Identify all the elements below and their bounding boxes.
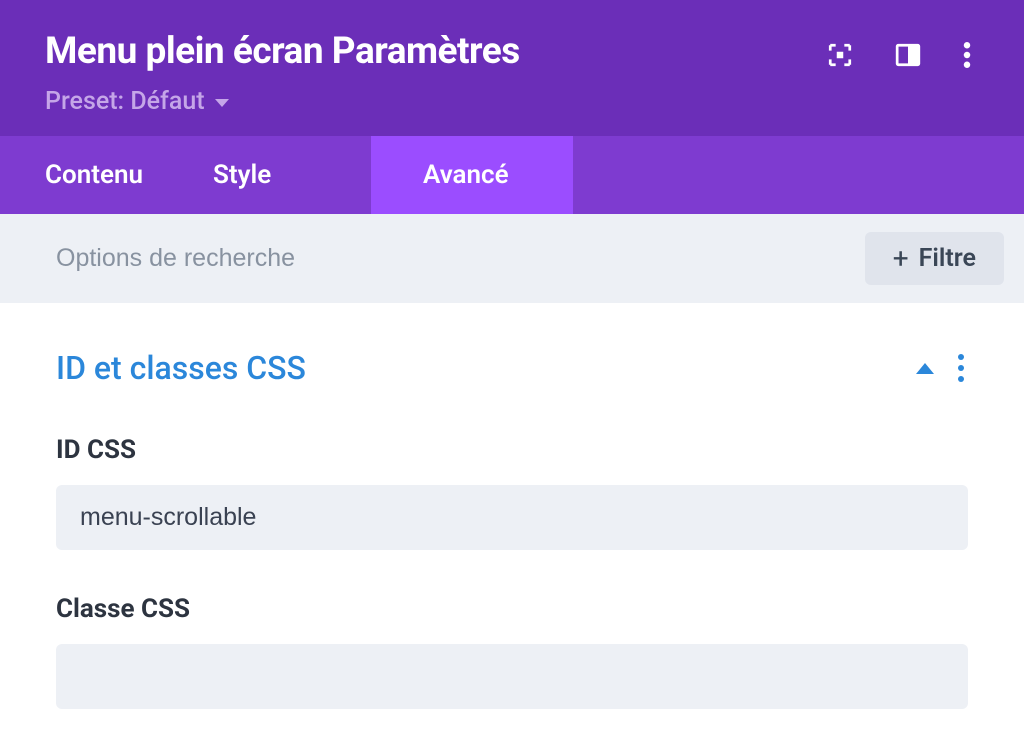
css-class-label: Classe CSS — [56, 594, 968, 624]
search-input[interactable] — [56, 244, 865, 273]
plus-icon: + — [893, 245, 909, 273]
tab-content[interactable]: Contenu — [45, 136, 175, 214]
section-actions — [916, 354, 968, 382]
section-more-icon[interactable] — [958, 354, 964, 382]
chevron-up-icon[interactable] — [916, 363, 934, 374]
fullscreen-icon[interactable] — [827, 42, 853, 68]
panel-layout-icon[interactable] — [895, 42, 921, 68]
tab-advanced[interactable]: Avancé — [371, 136, 573, 214]
field-css-id: ID CSS — [56, 435, 968, 550]
css-id-label: ID CSS — [56, 435, 968, 465]
filter-label: Filtre — [919, 244, 976, 273]
filter-button[interactable]: + Filtre — [865, 232, 1004, 285]
title-block: Menu plein écran Paramètres Preset: Défa… — [45, 30, 827, 116]
search-bar: + Filtre — [0, 214, 1024, 303]
caret-down-icon — [215, 99, 229, 107]
css-class-input[interactable] — [56, 644, 968, 709]
more-options-icon[interactable] — [963, 42, 971, 68]
section-title[interactable]: ID et classes CSS — [56, 349, 306, 387]
field-css-class: Classe CSS — [56, 594, 968, 709]
tabs-bar: Contenu Style Avancé — [0, 136, 1024, 214]
panel-title: Menu plein écran Paramètres — [45, 30, 827, 73]
header-top-row: Menu plein écran Paramètres Preset: Défa… — [45, 30, 979, 116]
preset-selector[interactable]: Preset: Défaut — [45, 87, 827, 116]
tab-style[interactable]: Style — [213, 136, 371, 214]
content-area: ID et classes CSS ID CSS Classe CSS — [0, 303, 1024, 709]
preset-label: Preset: Défaut — [45, 87, 205, 116]
settings-header: Menu plein écran Paramètres Preset: Défa… — [0, 0, 1024, 136]
section-header: ID et classes CSS — [56, 349, 968, 387]
css-id-input[interactable] — [56, 485, 968, 550]
header-icons — [827, 30, 979, 68]
